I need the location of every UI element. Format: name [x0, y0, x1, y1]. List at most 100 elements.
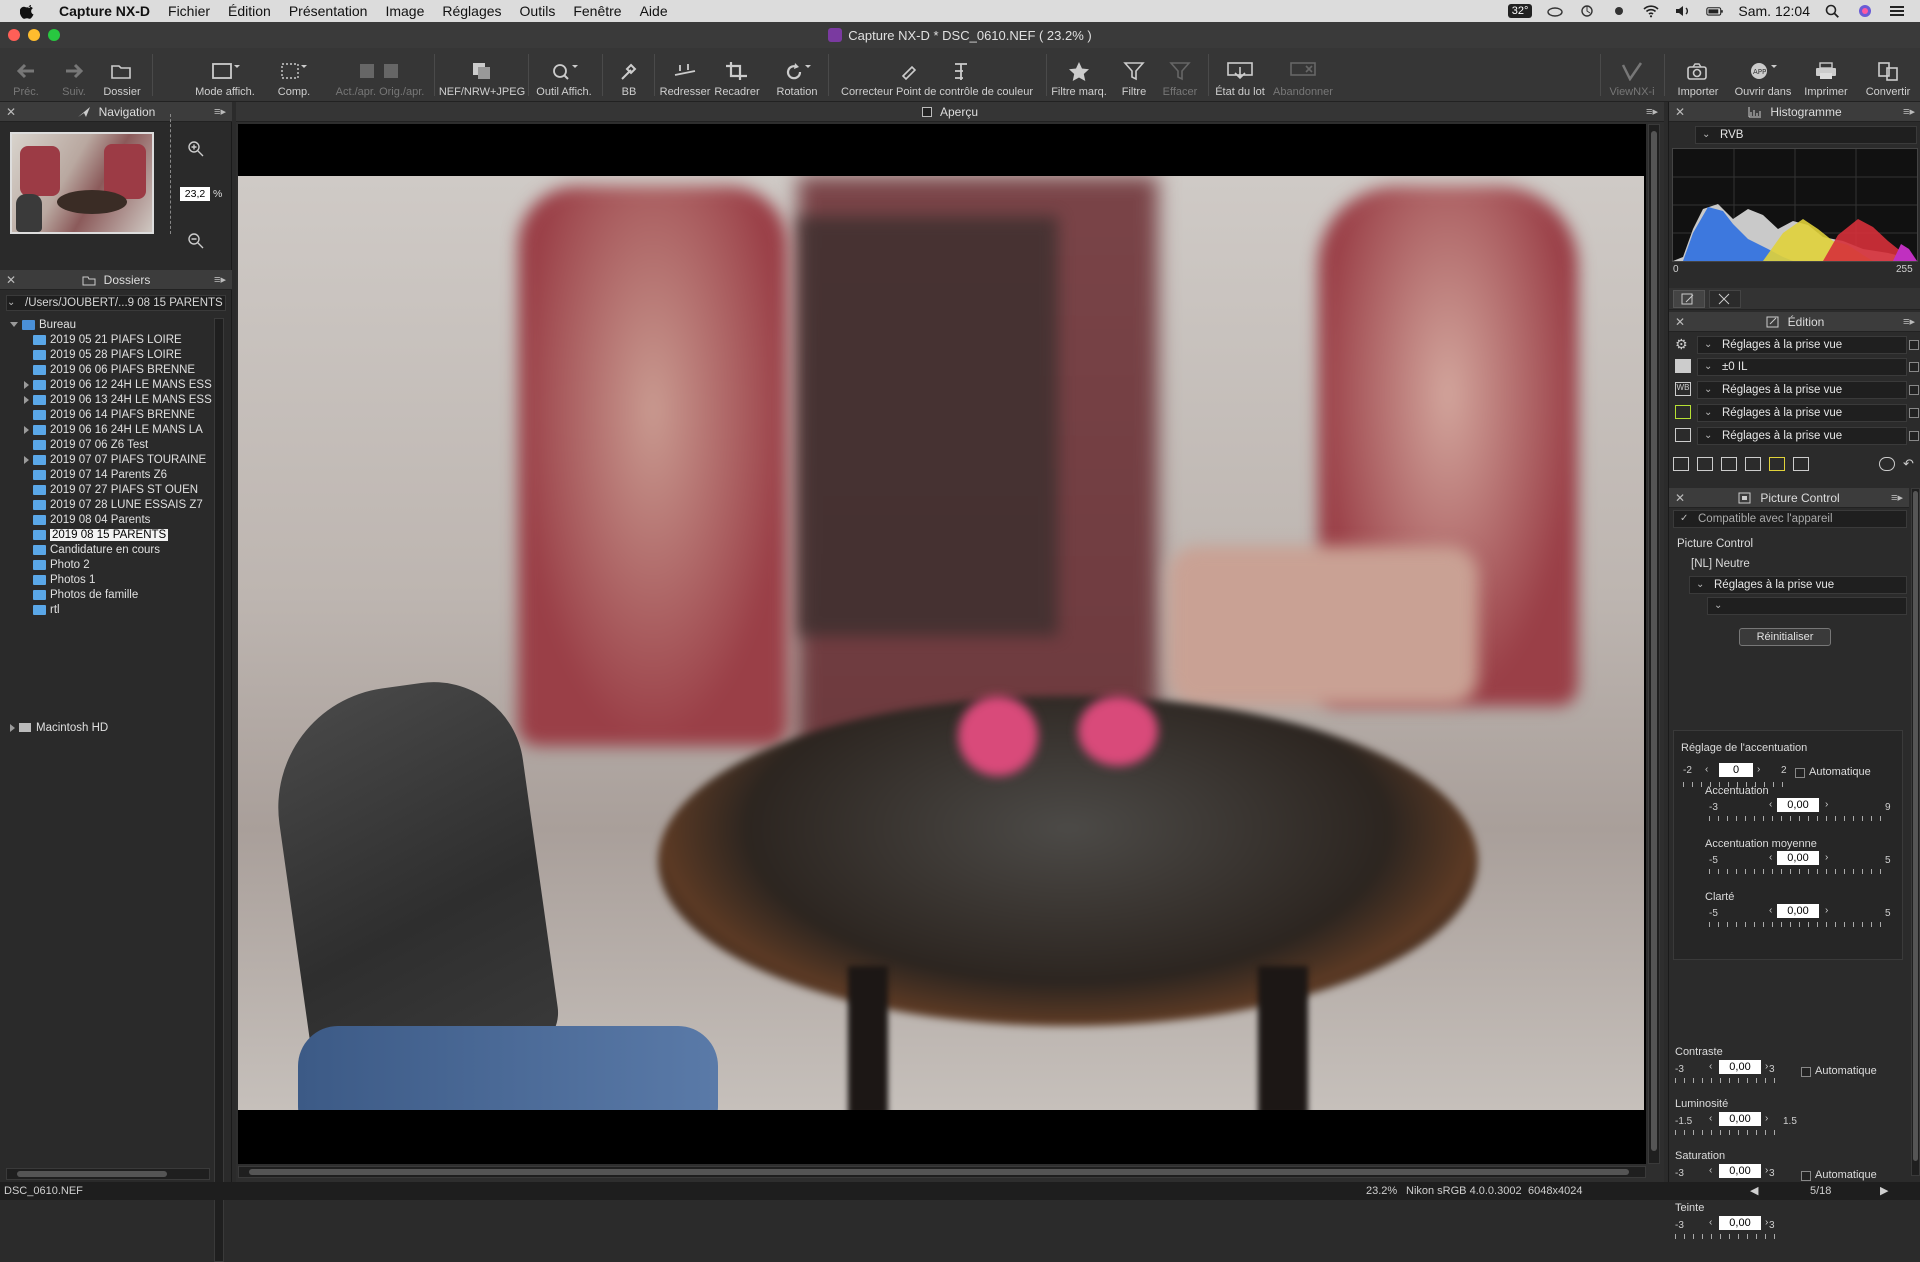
panel-menu-icon[interactable]: ≡▸	[1646, 105, 1658, 118]
compatible-with-camera-select[interactable]: ✓ Compatible avec l'appareil	[1673, 510, 1907, 528]
tab-edit[interactable]	[1673, 290, 1705, 308]
chevron-right-icon[interactable]: ›	[1765, 1165, 1768, 1176]
viewnx-button[interactable]: ViewNX-i	[1604, 48, 1660, 102]
brightness-slider[interactable]	[1675, 1130, 1775, 1135]
close-panel-icon[interactable]: ✕	[6, 105, 16, 119]
menu-presentation[interactable]: Présentation	[280, 3, 377, 19]
tree-item-folder[interactable]: 2019 07 06 Z6 Test	[24, 437, 214, 452]
histogram-channel-select[interactable]: ⌄ RVB	[1695, 126, 1917, 144]
chevron-left-icon[interactable]: ‹	[1769, 905, 1772, 916]
saturation-auto-checkbox[interactable]	[1801, 1171, 1811, 1181]
reset-button[interactable]: Réinitialiser	[1739, 628, 1831, 646]
sharpen-value-field[interactable]: 0	[1719, 763, 1753, 777]
right-panel-scrollbar[interactable]	[1911, 488, 1920, 1176]
edit-row-picture-control[interactable]: ⌄ Réglages à la prise vue	[1697, 404, 1907, 422]
folder-path-select[interactable]: ⌄/Users/JOUBERT/...9 08 15 PARENTS	[6, 295, 226, 311]
edit-row-settings[interactable]: ⌄ Réglages à la prise vue	[1697, 336, 1907, 354]
tree-item-folder[interactable]: 2019 06 06 PIAFS BRENNE	[24, 362, 214, 377]
slider-track[interactable]	[1709, 816, 1885, 821]
tree-item-folder[interactable]: 2019 07 07 PIAFS TOURAINE	[24, 452, 214, 467]
picture-control-sub-select[interactable]: ⌄	[1707, 597, 1907, 615]
chevron-right-icon[interactable]: ›	[1765, 1217, 1768, 1228]
notification-center-icon[interactable]	[1888, 4, 1906, 18]
slider-value-field[interactable]: 0,00	[1777, 798, 1819, 812]
volume-icon[interactable]	[1674, 4, 1692, 18]
menu-edition[interactable]: Édition	[219, 3, 280, 19]
abort-button[interactable]: Abandonner	[1270, 48, 1336, 102]
tree-item-folder[interactable]: Photos 1	[24, 572, 214, 587]
folders-h-scrollbar[interactable]	[6, 1168, 210, 1180]
battery-icon[interactable]	[1706, 4, 1724, 18]
compare-button[interactable]: Comp.	[276, 48, 312, 102]
color-booster-icon[interactable]	[1745, 457, 1761, 471]
edit-row-checkbox[interactable]	[1909, 385, 1919, 395]
rotate-button[interactable]: Rotation	[772, 48, 822, 102]
tree-item-folder[interactable]: Photo 2	[24, 557, 214, 572]
tree-item-folder[interactable]: 2019 08 04 Parents	[24, 512, 214, 527]
undo-icon[interactable]: ↶	[1903, 457, 1919, 471]
tree-item-folder[interactable]: 2019 06 13 24H LE MANS ESS	[24, 392, 214, 407]
display-mode-button[interactable]: Mode affich.	[190, 48, 260, 102]
sync-icon[interactable]	[1578, 4, 1596, 18]
edit-row-checkbox[interactable]	[1909, 362, 1919, 372]
edit-row-white-balance[interactable]: ⌄ Réglages à la prise vue	[1697, 381, 1907, 399]
panel-menu-icon[interactable]: ≡▸	[1891, 491, 1903, 504]
brightness-value-field[interactable]: 0,00	[1719, 1112, 1761, 1126]
contrast-slider[interactable]	[1675, 1078, 1775, 1083]
close-panel-icon[interactable]: ✕	[1675, 491, 1685, 505]
folders-scrollbar[interactable]	[214, 318, 224, 1262]
menu-app-name[interactable]: Capture NX-D	[50, 3, 159, 19]
next-button[interactable]: Suiv.	[56, 48, 92, 102]
nef-jpeg-button[interactable]: NEF/NRW+JPEG	[439, 48, 525, 102]
chevron-right-icon[interactable]: ›	[1825, 905, 1828, 916]
noise-reduction-icon[interactable]	[1673, 457, 1689, 471]
crop-button[interactable]: Recadrer	[712, 48, 762, 102]
chevron-left-icon[interactable]: ‹	[1705, 764, 1708, 775]
menu-image[interactable]: Image	[376, 3, 433, 19]
tree-item-folder[interactable]: Candidature en cours	[24, 542, 214, 557]
zoom-window-button[interactable]	[48, 29, 60, 41]
edit-row-dlighting[interactable]: ⌄ Réglages à la prise vue	[1697, 427, 1907, 445]
zoom-in-icon[interactable]	[187, 140, 205, 158]
tree-item-folder[interactable]: Photos de famille	[24, 587, 214, 602]
chevron-left-icon[interactable]: ‹	[1709, 1061, 1712, 1072]
preview-checkbox[interactable]	[921, 106, 932, 117]
slider-track[interactable]	[1709, 922, 1885, 927]
filter-button[interactable]: Filtre	[1114, 48, 1154, 102]
lens-correction-icon[interactable]	[1697, 457, 1713, 471]
gear-badge-icon[interactable]	[1610, 4, 1628, 18]
menu-fenetre[interactable]: Fenêtre	[564, 3, 630, 19]
tree-item-folder[interactable]: 2019 07 28 LUNE ESSAIS Z7	[24, 497, 214, 512]
slider-value-field[interactable]: 0,00	[1777, 904, 1819, 918]
preview-v-scrollbar[interactable]	[1648, 124, 1660, 1164]
view-tool-button[interactable]: Outil Affich.	[532, 48, 596, 102]
tree-item-folder[interactable]: 2019 08 15 PARENTS	[24, 527, 214, 542]
chevron-left-icon[interactable]: ‹	[1709, 1217, 1712, 1228]
hue-value-field[interactable]: 0,00	[1719, 1216, 1761, 1230]
levels-icon[interactable]	[1769, 457, 1785, 471]
contrast-value-field[interactable]: 0,00	[1719, 1060, 1761, 1074]
chevron-left-icon[interactable]: ‹	[1709, 1113, 1712, 1124]
photo-preview[interactable]	[238, 176, 1644, 1110]
tree-item-folder[interactable]: 2019 05 21 PIAFS LOIRE	[24, 332, 214, 347]
siri-icon[interactable]	[1856, 4, 1874, 18]
batch-status-button[interactable]: État du lot	[1212, 48, 1268, 102]
color-control-point-button[interactable]: Correcteur Point de contrôle de couleur	[832, 48, 1042, 102]
temperature-indicator[interactable]: 32°	[1507, 4, 1533, 18]
panel-menu-icon[interactable]: ≡▸	[1903, 105, 1915, 118]
next-image-icon[interactable]: ▶	[1880, 1184, 1888, 1197]
lch-icon[interactable]	[1793, 457, 1809, 471]
tree-item-bureau[interactable]: Bureau	[10, 317, 210, 332]
chevron-right-icon[interactable]: ›	[1765, 1061, 1768, 1072]
slider-value-field[interactable]: 0,00	[1777, 851, 1819, 865]
apple-icon[interactable]	[20, 3, 36, 19]
minimize-window-button[interactable]	[28, 29, 40, 41]
saturation-value-field[interactable]: 0,00	[1719, 1164, 1761, 1178]
zoom-slider-track[interactable]	[170, 114, 171, 234]
preview-h-scrollbar[interactable]	[238, 1166, 1646, 1178]
tree-item-folder[interactable]: rtl	[24, 602, 214, 617]
tree-item-folder[interactable]: 2019 07 27 PIAFS ST OUEN	[24, 482, 214, 497]
chevron-right-icon[interactable]: ›	[1825, 799, 1828, 810]
menu-outils[interactable]: Outils	[511, 3, 565, 19]
tone-curve-icon[interactable]	[1721, 457, 1737, 471]
